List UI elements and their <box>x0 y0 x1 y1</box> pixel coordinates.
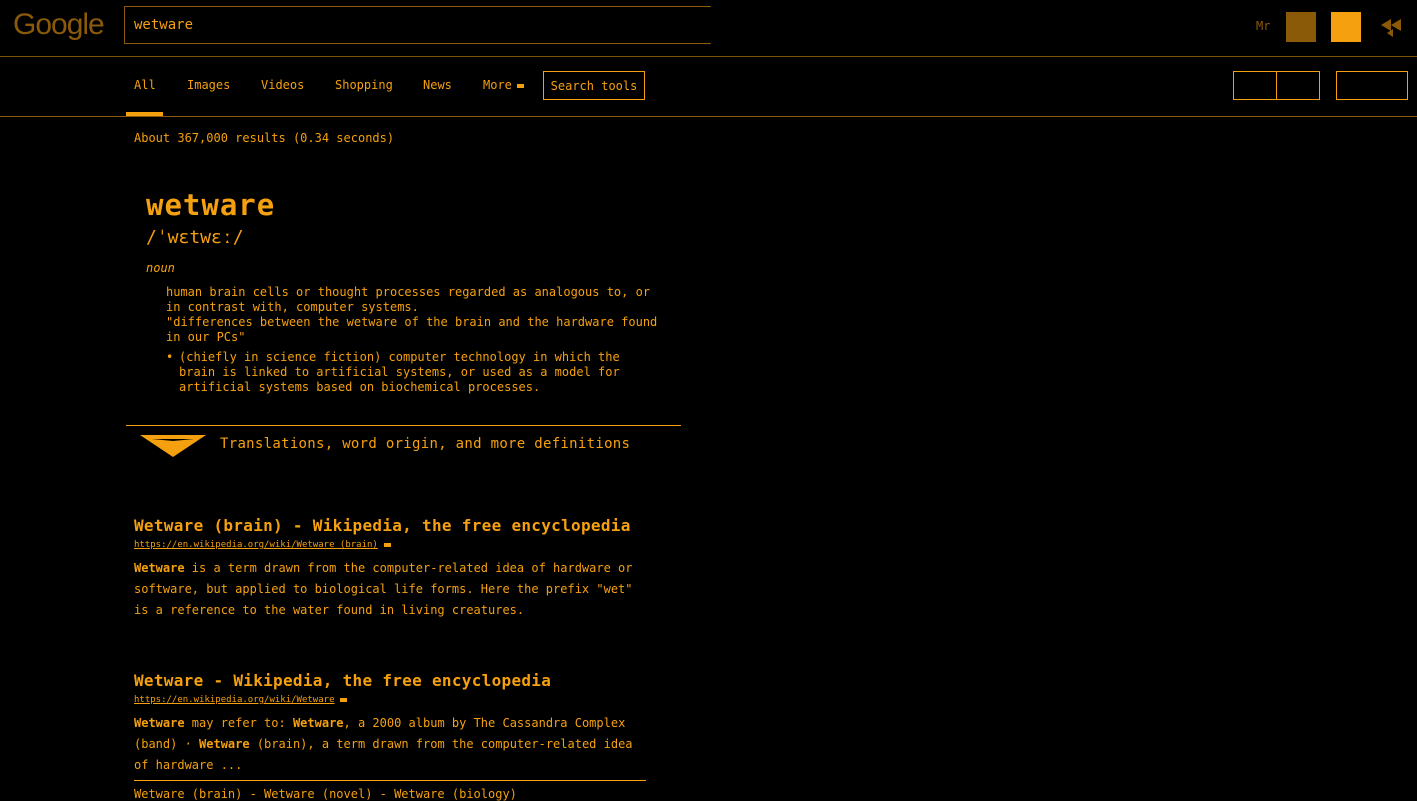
result-divider <box>134 780 646 781</box>
dictionary-phonetic: /ˈwɛtwɛː/ <box>146 227 244 248</box>
result-sitelinks[interactable]: Wetware (brain) - Wetware (novel) - Wetw… <box>134 787 517 801</box>
snippet-keyword: Wetware <box>292 716 344 730</box>
dictionary-word: wetware <box>146 188 276 222</box>
search-input[interactable] <box>134 17 694 33</box>
result-url-text[interactable]: https://en.wikipedia.org/wiki/Wetware <box>134 695 334 705</box>
search-tabs: All Images Videos Shopping News More Sea… <box>0 57 1417 117</box>
snippet-keyword: Wetware <box>134 561 185 575</box>
view-toggle-button-1[interactable] <box>1233 71 1277 100</box>
snippet-text: is a term drawn from the computer-relate… <box>134 561 633 617</box>
more-definitions-link[interactable]: Translations, word origin, and more defi… <box>220 436 630 452</box>
chevron-down-icon[interactable] <box>383 542 391 547</box>
snippet-keyword: Wetware <box>199 737 250 751</box>
sub-bullet: • <box>166 350 174 364</box>
share-icon[interactable] <box>1379 15 1403 39</box>
definition-example: "differences between the wetware of the … <box>166 315 658 344</box>
snippet-text: may refer to: <box>184 716 293 730</box>
tab-all[interactable]: All <box>134 78 156 92</box>
settings-button[interactable] <box>1336 71 1408 100</box>
notifications-button[interactable] <box>1331 12 1361 42</box>
dictionary-part-of-speech: noun <box>146 261 175 275</box>
result-title[interactable]: Wetware - Wikipedia, the free encycloped… <box>134 671 551 690</box>
tab-more[interactable]: More <box>483 78 524 92</box>
view-toggle-button-2[interactable] <box>1276 71 1320 100</box>
search-tools-button[interactable]: Search tools <box>543 71 645 100</box>
active-tab-indicator <box>126 112 163 116</box>
tab-videos[interactable]: Videos <box>261 78 304 92</box>
search-box[interactable] <box>124 6 711 44</box>
result-snippet: Wetware may refer to: Wetware, a 2000 al… <box>134 713 646 776</box>
apps-button[interactable] <box>1286 12 1316 42</box>
result-url[interactable]: https://en.wikipedia.org/wiki/Wetware <box>134 695 348 705</box>
definition-2: (chiefly in science fiction) computer te… <box>179 350 620 394</box>
result-url-text[interactable]: https://en.wikipedia.org/wiki/Wetware_(b… <box>134 540 378 550</box>
chevron-down-icon[interactable] <box>140 435 206 457</box>
tab-shopping[interactable]: Shopping <box>335 78 393 92</box>
tab-images[interactable]: Images <box>187 78 230 92</box>
user-name[interactable]: Mr <box>1256 19 1270 33</box>
result-url[interactable]: https://en.wikipedia.org/wiki/Wetware_(b… <box>134 540 391 550</box>
dictionary-divider <box>126 425 681 426</box>
tab-more-label: More <box>483 78 512 92</box>
snippet-keyword: Wetware <box>134 716 185 730</box>
result-snippet: Wetware is a term drawn from the compute… <box>134 558 646 621</box>
tab-news[interactable]: News <box>423 78 452 92</box>
google-logo[interactable]: Google <box>13 8 105 42</box>
chevron-down-icon <box>516 83 524 88</box>
chevron-down-icon[interactable] <box>340 697 348 702</box>
result-title[interactable]: Wetware (brain) - Wikipedia, the free en… <box>134 516 631 535</box>
top-bar: Google Mr <box>0 0 1417 57</box>
result-stats: About 367,000 results (0.34 seconds) <box>134 131 395 145</box>
definition-1: human brain cells or thought processes r… <box>166 285 651 314</box>
